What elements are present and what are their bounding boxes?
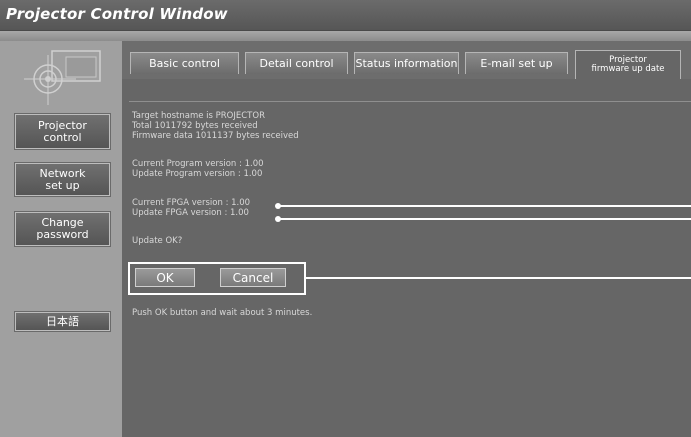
callout-line-update-fpga bbox=[279, 218, 691, 220]
sidebar-item-japanese[interactable]: 日本語 bbox=[15, 312, 110, 331]
sidebar-item-network-set-up[interactable]: Network set up bbox=[15, 163, 110, 196]
hostname-text: Target hostname is PROJECTOR bbox=[132, 111, 265, 121]
divider bbox=[129, 101, 691, 102]
tab-label: Detail control bbox=[259, 57, 334, 70]
callout-line-buttons bbox=[306, 277, 691, 279]
sidebar-item-label: control bbox=[43, 130, 82, 144]
tab-bar: Basic control Detail control Status info… bbox=[122, 41, 691, 79]
sidebar-item-label: Network bbox=[39, 166, 86, 180]
tab-detail-control[interactable]: Detail control bbox=[245, 52, 348, 74]
projector-logo-icon bbox=[24, 50, 101, 105]
header-stripe bbox=[0, 31, 691, 41]
sidebar-item-label: Projector bbox=[38, 118, 87, 132]
sidebar-item-label: password bbox=[36, 228, 89, 241]
tab-label: Status information bbox=[355, 57, 458, 70]
update-program-version: Update Program version : 1.00 bbox=[132, 169, 263, 179]
tab-label: firmware up date bbox=[591, 64, 665, 74]
instruction-text: Push OK button and wait about 3 minutes. bbox=[132, 308, 313, 318]
total-received-text: Total 1011792 bytes received bbox=[132, 121, 258, 131]
main-content: Basic control Detail control Status info… bbox=[122, 41, 691, 437]
cancel-button[interactable]: Cancel bbox=[220, 268, 286, 287]
tab-label: Basic control bbox=[149, 57, 220, 70]
ok-button[interactable]: OK bbox=[135, 268, 195, 287]
current-program-version: Current Program version : 1.00 bbox=[132, 159, 264, 169]
title-bar: Projector Control Window bbox=[0, 0, 691, 31]
sidebar-item-label: 日本語 bbox=[46, 314, 79, 328]
tab-basic-control[interactable]: Basic control bbox=[130, 52, 239, 74]
window-title: Projector Control Window bbox=[6, 5, 228, 23]
tab-label: E-mail set up bbox=[480, 57, 553, 70]
tab-email-set-up[interactable]: E-mail set up bbox=[465, 52, 568, 74]
sidebar-item-projector-control[interactable]: Projector control bbox=[15, 114, 110, 149]
current-fpga-version: Current FPGA version : 1.00 bbox=[132, 198, 251, 208]
update-confirm-text: Update OK? bbox=[132, 236, 183, 246]
update-fpga-version: Update FPGA version : 1.00 bbox=[132, 208, 249, 218]
tab-status-information[interactable]: Status information bbox=[354, 52, 459, 74]
sidebar: Projector control Network set up Change … bbox=[0, 41, 122, 437]
firmware-received-text: Firmware data 1011137 bytes received bbox=[132, 131, 299, 141]
sidebar-item-change-password[interactable]: Change password bbox=[15, 212, 110, 246]
sidebar-item-label: set up bbox=[45, 178, 80, 192]
callout-line-current-fpga bbox=[279, 205, 691, 207]
tab-projector-firmware-update[interactable]: Projector firmware up date bbox=[575, 50, 681, 79]
